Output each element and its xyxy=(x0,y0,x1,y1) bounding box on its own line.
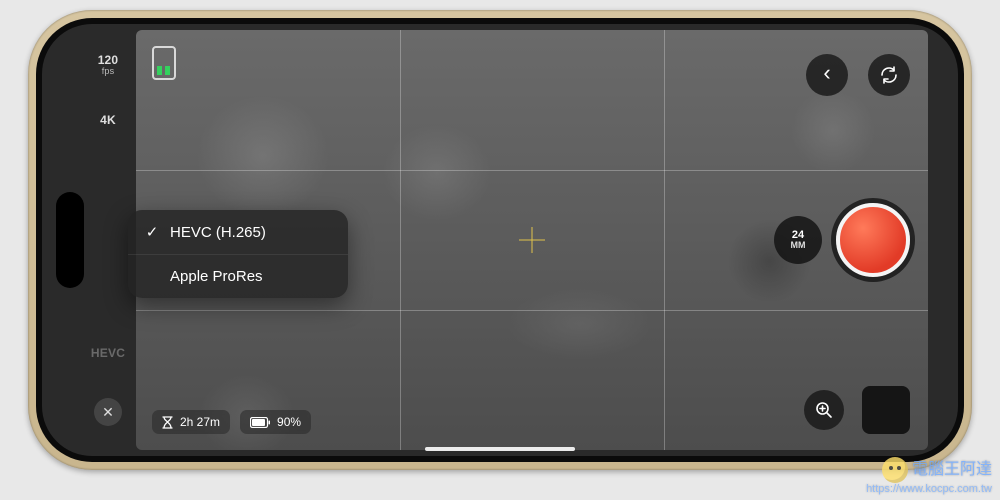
grid-line xyxy=(664,30,665,450)
screen: 120 fps 4K HEVC ✕ ✓ HEVC (H.265) xyxy=(42,24,958,456)
codec-button[interactable]: HEVC xyxy=(91,347,125,360)
dynamic-island xyxy=(56,192,84,288)
codec-menu-item-label: HEVC (H.265) xyxy=(170,224,266,241)
record-button[interactable] xyxy=(836,203,910,277)
switch-camera-button[interactable] xyxy=(868,54,910,96)
fps-button[interactable]: 120 fps xyxy=(98,54,119,76)
remaining-time-chip: 2h 27m xyxy=(152,410,230,434)
back-button[interactable]: ‹ xyxy=(806,54,848,96)
switch-camera-icon xyxy=(879,65,899,85)
battery-chip: 90% xyxy=(240,410,311,434)
smiley-icon xyxy=(882,457,908,483)
phone-bezel: 120 fps 4K HEVC ✕ ✓ HEVC (H.265) xyxy=(36,18,964,462)
codec-menu-item-label: Apple ProRes xyxy=(170,268,263,285)
codec-menu-item-prores[interactable]: Apple ProRes xyxy=(128,254,348,298)
grid-line xyxy=(136,170,928,171)
last-clip-thumbnail[interactable] xyxy=(862,386,910,434)
remaining-time-value: 2h 27m xyxy=(180,415,220,429)
battery-value: 90% xyxy=(277,415,301,429)
fps-unit: fps xyxy=(98,67,119,76)
audio-meter[interactable] xyxy=(152,46,176,80)
home-indicator[interactable] xyxy=(425,447,575,451)
close-icon: ✕ xyxy=(102,404,114,421)
watermark-url: https://www.kocpc.com.tw xyxy=(866,483,992,496)
lens-button[interactable]: 24 MM xyxy=(774,216,822,264)
focus-reticle-icon xyxy=(519,227,545,253)
fps-value: 120 xyxy=(98,54,119,67)
grid-line xyxy=(400,30,401,450)
codec-menu-item-hevc[interactable]: ✓ HEVC (H.265) xyxy=(128,210,348,254)
chevron-left-icon: ‹ xyxy=(823,62,830,84)
codec-label: HEVC xyxy=(91,347,125,360)
left-sidebar: 120 fps 4K HEVC ✕ xyxy=(86,54,130,426)
codec-menu: ✓ HEVC (H.265) Apple ProRes xyxy=(128,210,348,298)
check-icon: ✓ xyxy=(144,223,160,241)
grid-line xyxy=(136,310,928,311)
status-row: 2h 27m 90% xyxy=(152,410,311,434)
resolution-label: 4K xyxy=(100,114,116,127)
lens-unit: MM xyxy=(791,241,806,250)
resolution-button[interactable]: 4K xyxy=(100,114,116,127)
watermark-text: 電腦王阿達 xyxy=(912,462,992,479)
phone-frame: 120 fps 4K HEVC ✕ ✓ HEVC (H.265) xyxy=(28,10,972,470)
zoom-button[interactable] xyxy=(804,390,844,430)
close-button[interactable]: ✕ xyxy=(94,398,122,426)
battery-icon xyxy=(250,417,270,428)
watermark: 電腦王阿達 https://www.kocpc.com.tw xyxy=(866,457,992,496)
hourglass-icon xyxy=(162,416,173,429)
magnifier-plus-icon xyxy=(815,401,833,419)
